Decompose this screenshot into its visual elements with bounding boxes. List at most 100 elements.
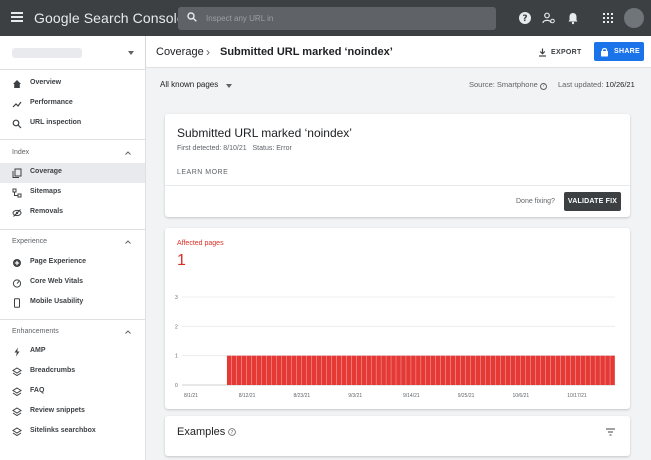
share-button[interactable]: SHARE bbox=[594, 42, 644, 61]
chart-bar bbox=[520, 355, 526, 385]
breadcrumb-coverage[interactable]: Coverage bbox=[156, 46, 204, 58]
manage-users-icon[interactable] bbox=[542, 11, 556, 25]
notifications-icon[interactable] bbox=[566, 11, 580, 25]
sidebar-item-label: Performance bbox=[30, 99, 73, 106]
chart-bar bbox=[445, 355, 451, 385]
search-input[interactable] bbox=[206, 11, 476, 26]
sidebar-item-page-experience[interactable]: Page Experience bbox=[0, 253, 145, 273]
divider bbox=[165, 185, 630, 186]
chart-bar bbox=[351, 355, 357, 385]
page-header: Coverage › Submitted URL marked ‘noindex… bbox=[146, 36, 651, 68]
divider bbox=[0, 229, 145, 230]
chart-bar bbox=[431, 355, 436, 385]
chart-bar bbox=[346, 355, 352, 385]
chart-bar bbox=[326, 355, 332, 385]
chart-bar bbox=[515, 355, 521, 385]
url-inspect-search[interactable] bbox=[178, 7, 496, 30]
filter-icon[interactable] bbox=[606, 428, 615, 436]
chart-bar bbox=[331, 355, 337, 385]
sidebar-item-label: Coverage bbox=[30, 168, 62, 175]
chart-bar bbox=[226, 355, 232, 385]
sidebar-item-mobile-usability[interactable]: Mobile Usability bbox=[0, 293, 145, 313]
app-title[interactable]: Google Search Console bbox=[34, 10, 185, 26]
sidebar-item-label: Overview bbox=[30, 79, 62, 86]
sidebar-item-core-web-vitals[interactable]: Core Web Vitals bbox=[0, 273, 145, 293]
chart-bar bbox=[296, 355, 302, 385]
sidebar-item-coverage[interactable]: Coverage bbox=[0, 163, 145, 183]
avatar[interactable] bbox=[624, 8, 644, 28]
home-icon bbox=[13, 80, 21, 88]
y-tick-label: 2 bbox=[175, 324, 178, 330]
chart-bar bbox=[475, 355, 481, 385]
learn-more-link[interactable]: LEARN MORE bbox=[177, 169, 228, 176]
sidebar-item-sitelinks-searchbox[interactable]: Sitelinks searchbox bbox=[0, 422, 145, 442]
sidebar-item-label: Review snippets bbox=[30, 407, 85, 414]
sidebar-item-performance[interactable]: Performance bbox=[0, 94, 145, 114]
chart-bar bbox=[281, 355, 287, 385]
search-icon bbox=[12, 119, 22, 129]
help-icon[interactable]: ? bbox=[539, 83, 547, 90]
first-detected: First detected: 8/10/21 bbox=[177, 145, 247, 152]
chart-bar bbox=[426, 355, 431, 385]
chart-bar bbox=[435, 355, 441, 385]
issue-card: Submitted URL marked ‘noindex’ First det… bbox=[165, 114, 630, 217]
chart-bar bbox=[311, 355, 317, 385]
last-updated: Last updated: 10/26/21 bbox=[558, 80, 635, 89]
chevron-up-icon[interactable] bbox=[125, 240, 131, 244]
chart-bar bbox=[406, 355, 411, 385]
chart-bar bbox=[301, 355, 307, 385]
menu-icon[interactable] bbox=[11, 12, 23, 22]
export-button[interactable]: EXPORT bbox=[538, 44, 582, 60]
chart-bar bbox=[236, 355, 242, 385]
chart-bar bbox=[555, 355, 561, 385]
x-tick-label: 9/14/21 bbox=[403, 393, 420, 399]
sidebar-item-amp[interactable]: AMP bbox=[0, 342, 145, 362]
page-filter-dropdown[interactable]: All known pages bbox=[160, 80, 218, 89]
download-icon bbox=[539, 48, 546, 57]
sidebar-item-url-inspection[interactable]: URL inspection bbox=[0, 114, 145, 134]
x-tick-label: 8/1/21 bbox=[184, 393, 198, 399]
chart-bar bbox=[510, 355, 516, 385]
sidebar-item-breadcrumbs[interactable]: Breadcrumbs bbox=[0, 362, 145, 382]
sidebar-item-overview[interactable]: Overview bbox=[0, 74, 145, 94]
sidebar-item-removals[interactable]: Removals bbox=[0, 203, 145, 223]
eye-off-icon bbox=[12, 209, 22, 217]
updated-prefix: Last updated: bbox=[558, 80, 606, 89]
trend-icon bbox=[12, 101, 22, 108]
sidebar-item-label: Sitemaps bbox=[30, 188, 62, 195]
apps-grid-icon[interactable] bbox=[601, 11, 615, 25]
help-icon[interactable]: ? bbox=[518, 11, 532, 25]
validate-fix-button[interactable]: VALIDATE FIX bbox=[564, 192, 621, 211]
chart-bar bbox=[440, 355, 446, 385]
chart-bar bbox=[530, 355, 536, 385]
chevron-up-icon[interactable] bbox=[125, 330, 131, 334]
updated-date: 10/26/21 bbox=[605, 80, 635, 89]
section-title-experience[interactable]: Experience bbox=[12, 238, 47, 245]
chart-bar bbox=[396, 355, 401, 385]
chart-bar bbox=[545, 355, 551, 385]
section-title-enhancements[interactable]: Enhancements bbox=[12, 328, 59, 335]
examples-title: Examples bbox=[177, 426, 226, 438]
bolt-icon bbox=[14, 347, 20, 357]
sidebar-item-sitemaps[interactable]: Sitemaps bbox=[0, 183, 145, 203]
property-selector[interactable] bbox=[0, 36, 146, 70]
section-title-index[interactable]: Index bbox=[12, 149, 29, 156]
chevron-down-icon[interactable] bbox=[226, 84, 232, 88]
sidebar-item-faq[interactable]: FAQ bbox=[0, 382, 145, 402]
layers-icon bbox=[12, 367, 22, 377]
chart-bar bbox=[490, 355, 496, 385]
affected-pages-card: Affected pages 1 0 1 2 3 8/1/21 8/12/21 8/23/2… bbox=[165, 228, 630, 409]
page-title: Submitted URL marked ‘noindex’ bbox=[220, 46, 393, 58]
sidebar-item-review-snippets[interactable]: Review snippets bbox=[0, 402, 145, 422]
chart-bar bbox=[286, 355, 292, 385]
sidebar-item-label: URL inspection bbox=[30, 119, 82, 126]
chart-bar bbox=[251, 355, 257, 385]
help-icon[interactable]: ? bbox=[228, 428, 236, 436]
x-tick-label: 10/17/21 bbox=[567, 393, 587, 399]
chevron-down-icon bbox=[128, 51, 134, 55]
chevron-up-icon[interactable] bbox=[125, 151, 131, 155]
chart-bar bbox=[256, 355, 262, 385]
lock-icon bbox=[601, 47, 608, 56]
chart-bar bbox=[575, 355, 581, 385]
y-tick-label: 0 bbox=[175, 383, 178, 389]
